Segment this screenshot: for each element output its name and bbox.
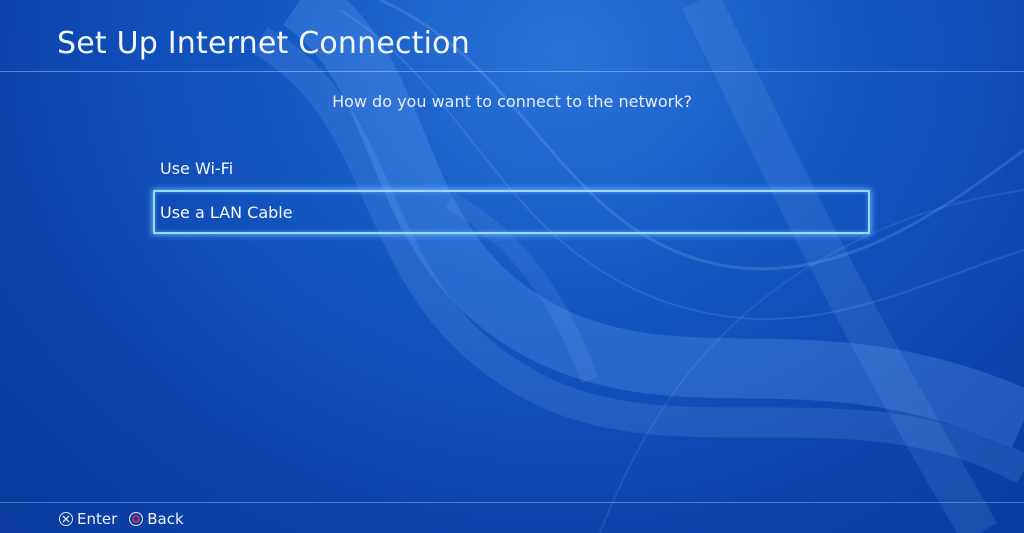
- button-hints: Enter Back: [59, 509, 196, 529]
- option-label: Use Wi-Fi: [160, 158, 234, 178]
- option-label: Use a LAN Cable: [160, 202, 293, 222]
- enter-label: Enter: [77, 510, 118, 528]
- back-label: Back: [147, 510, 184, 528]
- connection-question: How do you want to connect to the networ…: [332, 92, 692, 111]
- footer-divider: [0, 502, 1024, 503]
- back-hint[interactable]: Back: [129, 510, 184, 528]
- circle-button-icon: [129, 512, 144, 526]
- option-use-wifi[interactable]: Use Wi-Fi: [153, 146, 870, 190]
- option-use-lan-cable[interactable]: Use a LAN Cable: [153, 190, 870, 234]
- enter-hint[interactable]: Enter: [59, 510, 117, 528]
- background-waves: [252, 0, 1024, 533]
- page-title: Set Up Internet Connection: [57, 26, 470, 61]
- header-divider: [0, 71, 1024, 72]
- cross-button-icon: [59, 512, 73, 526]
